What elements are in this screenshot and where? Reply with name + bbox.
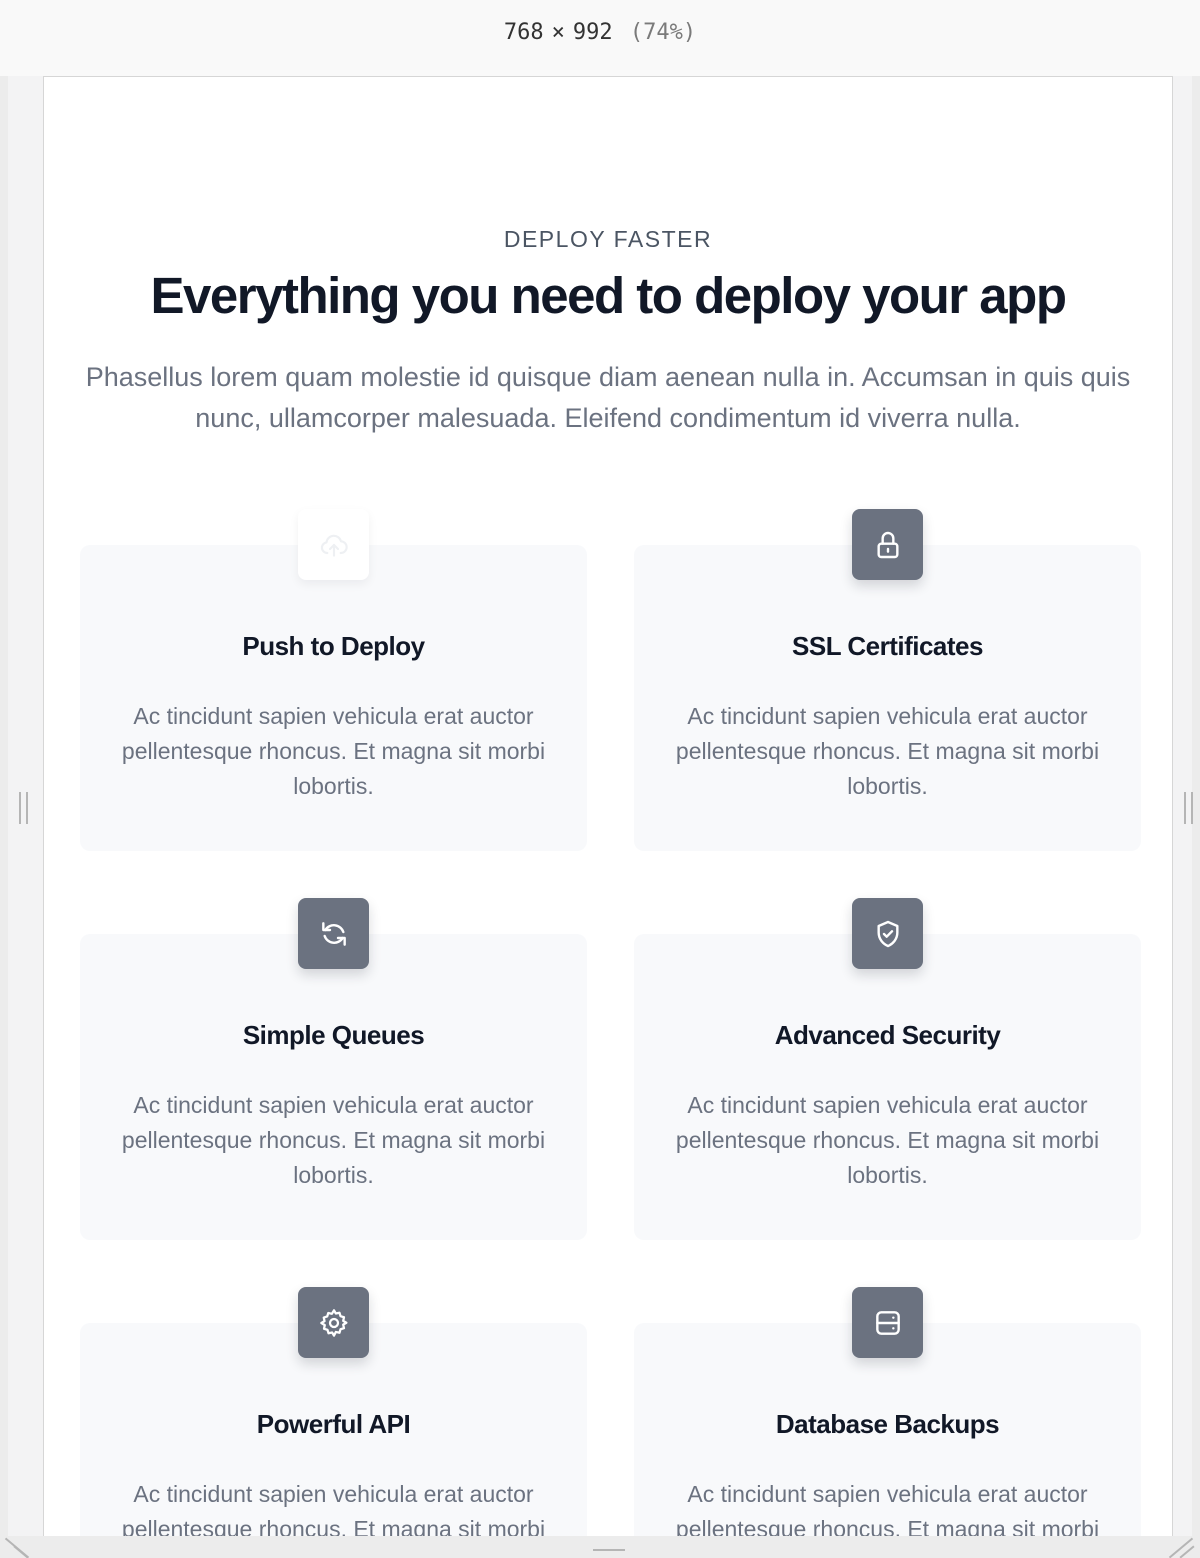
cog-icon — [298, 1287, 369, 1358]
preview-viewport: DEPLOY FASTER Everything you need to dep… — [43, 76, 1173, 1536]
feature-description: Ac tincidunt sapien vehicula erat auctor… — [121, 703, 546, 799]
viewport-height[interactable]: 992 — [573, 20, 613, 45]
server-icon — [852, 1287, 923, 1358]
responsive-toolbar: 768 × 992 (74%) — [0, 0, 1200, 76]
viewport-width[interactable]: 768 — [504, 20, 544, 45]
zoom-level[interactable]: (74%) — [630, 20, 696, 45]
bottom-right-resize-corner[interactable] — [1168, 1538, 1194, 1558]
feature-card-powerful-api: Powerful API Ac tincidunt sapien vehicul… — [80, 1287, 587, 1536]
feature-card-ssl-certificates: SSL Certificates Ac tincidunt sapien veh… — [634, 509, 1141, 851]
lock-icon — [852, 509, 923, 580]
shield-check-icon — [852, 898, 923, 969]
viewport-dimensions: 768 × 992 (74%) — [0, 20, 1200, 45]
feature-title: Simple Queues — [242, 1020, 425, 1050]
feature-card-database-backups: Database Backups Ac tincidunt sapien veh… — [634, 1287, 1141, 1536]
feature-description: Ac tincidunt sapien vehicula erat auctor… — [675, 703, 1100, 799]
section-lead: Phasellus lorem quam molestie id quisque… — [85, 362, 1131, 433]
feature-description: Ac tincidunt sapien vehicula erat auctor… — [121, 1481, 546, 1536]
feature-title: Push to Deploy — [242, 631, 425, 661]
feature-card-push-to-deploy: Push to Deploy Ac tincidunt sapien vehic… — [80, 509, 587, 851]
feature-card-simple-queues: Simple Queues Ac tincidunt sapien vehicu… — [80, 898, 587, 1240]
cloud-upload-icon — [298, 509, 369, 580]
refresh-icon — [298, 898, 369, 969]
bottom-left-resize-corner[interactable] — [6, 1538, 32, 1558]
feature-title: Database Backups — [775, 1409, 1000, 1439]
bottom-gutter — [0, 1536, 1200, 1558]
bottom-resize-handle[interactable] — [593, 1549, 625, 1551]
times-sign: × — [551, 20, 565, 45]
feature-description: Ac tincidunt sapien vehicula erat auctor… — [675, 1481, 1100, 1536]
feature-description: Ac tincidunt sapien vehicula erat auctor… — [675, 1092, 1100, 1188]
left-gutter — [0, 76, 8, 1558]
section-eyebrow: DEPLOY FASTER — [503, 226, 713, 252]
feature-description: Ac tincidunt sapien vehicula erat auctor… — [121, 1092, 546, 1188]
feature-card-advanced-security: Advanced Security Ac tincidunt sapien ve… — [634, 898, 1141, 1240]
left-resize-handle[interactable] — [17, 792, 29, 824]
feature-title: SSL Certificates — [792, 631, 983, 661]
feature-title: Powerful API — [256, 1409, 411, 1439]
right-resize-handle[interactable] — [1182, 792, 1194, 824]
feature-title: Advanced Security — [774, 1020, 1001, 1050]
section-headline: Everything you need to deploy your app — [150, 267, 1067, 324]
